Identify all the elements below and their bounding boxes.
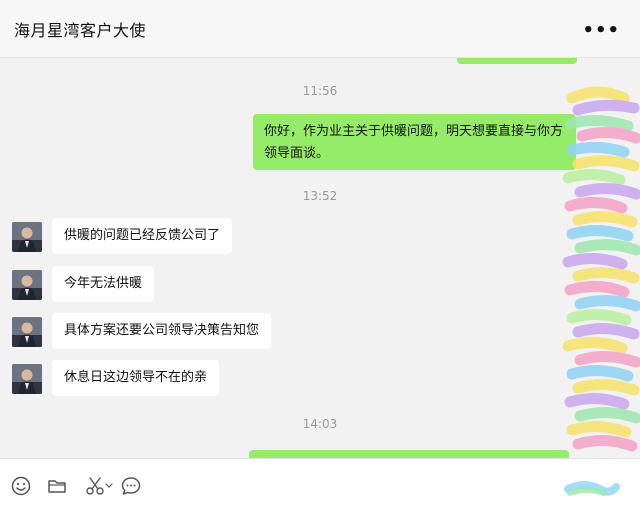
avatar[interactable] — [12, 270, 42, 300]
avatar[interactable] — [12, 364, 42, 394]
chat-header: 海月星湾客户大使 ••• — [0, 0, 640, 58]
next-message-bubble — [249, 450, 569, 458]
more-options-button[interactable]: ••• — [582, 20, 620, 41]
scissors-icon[interactable] — [84, 475, 116, 497]
avatar[interactable] — [12, 222, 42, 252]
emoji-icon[interactable] — [10, 475, 32, 497]
incoming-message[interactable]: 休息日这边领导不在的亲 — [52, 360, 220, 396]
incoming-message[interactable]: 今年无法供暖 — [52, 266, 155, 302]
avatar[interactable] — [12, 317, 42, 347]
input-toolbar — [0, 458, 640, 511]
incoming-message[interactable]: 供暖的问题已经反馈公司了 — [52, 218, 233, 254]
incoming-message[interactable]: 具体方案还要公司领导决策告知您 — [52, 313, 272, 349]
folder-icon[interactable] — [46, 475, 68, 497]
timestamp: 14:03 — [302, 417, 338, 431]
chat-window: 海月星湾客户大使 ••• 11:56 你好，作为业主关于供暖问题，明天想要直接与… — [0, 0, 640, 511]
outgoing-message[interactable]: 你好，作为业主关于供暖问题，明天想要直接与你方领导面谈。 — [253, 114, 576, 170]
timestamp: 13:52 — [302, 189, 338, 203]
chat-history-icon[interactable] — [120, 475, 142, 497]
redaction-scribble — [558, 58, 640, 458]
redaction-scribble-bottom — [564, 479, 620, 502]
timestamp: 11:56 — [302, 84, 338, 98]
message-list[interactable]: 11:56 你好，作为业主关于供暖问题，明天想要直接与你方领导面谈。 13:52… — [0, 58, 640, 458]
chat-title: 海月星湾客户大使 — [14, 21, 147, 40]
